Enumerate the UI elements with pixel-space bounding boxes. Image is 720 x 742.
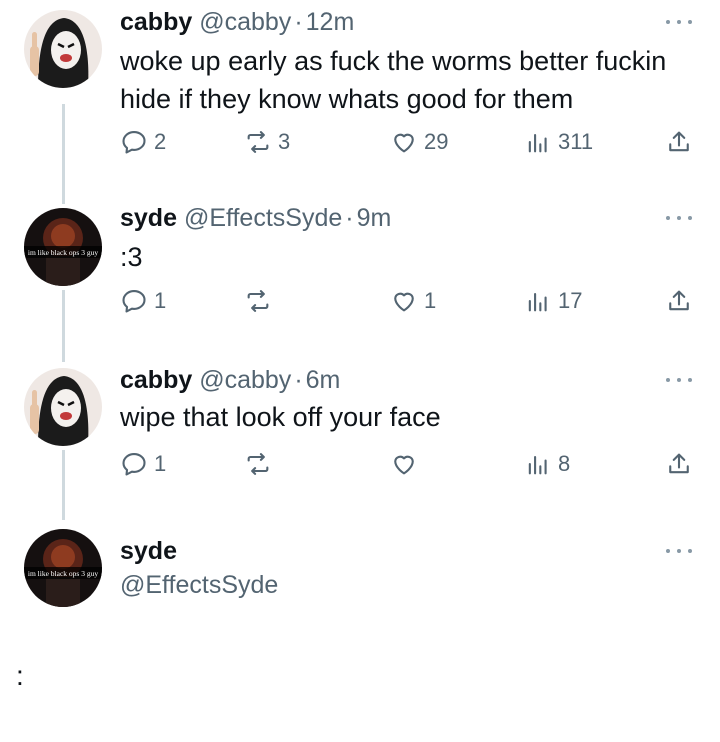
- like-button[interactable]: 29: [390, 124, 448, 160]
- heart-icon: [390, 450, 418, 478]
- separator: ·: [294, 366, 303, 394]
- like-button[interactable]: [390, 446, 424, 482]
- avatar[interactable]: [24, 368, 102, 446]
- heart-icon: [390, 287, 418, 315]
- timestamp[interactable]: 6m: [306, 366, 341, 394]
- bar-chart-icon: [524, 450, 552, 478]
- more-options-icon[interactable]: [666, 213, 692, 223]
- timestamp[interactable]: 9m: [357, 204, 392, 232]
- more-options-icon[interactable]: [666, 546, 692, 556]
- avatar[interactable]: [24, 10, 102, 88]
- action-bar: 1 1 17: [120, 283, 700, 319]
- post[interactable]: im like black ops 3 guy syde @EffectsSyd…: [0, 200, 720, 365]
- reply-count: 1: [154, 288, 167, 313]
- avatar[interactable]: im like black ops 3 guy: [24, 208, 102, 286]
- timestamp[interactable]: 12m: [306, 8, 355, 36]
- action-bar: 2 3 29 311: [120, 124, 700, 160]
- separator: ·: [345, 204, 354, 232]
- author-name[interactable]: cabby: [120, 366, 192, 394]
- author-handle[interactable]: @cabby: [199, 366, 291, 394]
- reply-button[interactable]: 2: [120, 124, 166, 160]
- post[interactable]: cabby @cabby · 12m woke up early as fuck t…: [0, 0, 720, 200]
- avatar-caption: im like black ops 3 guy: [28, 248, 98, 257]
- separator: ·: [294, 8, 303, 36]
- share-icon: [665, 128, 693, 156]
- repost-count: 3: [278, 129, 291, 154]
- reply-count: 1: [154, 451, 167, 476]
- reply-composer[interactable]: im like black ops 3 guy syde @EffectsSyd…: [0, 525, 720, 625]
- footer-mark: :: [16, 660, 24, 691]
- like-button[interactable]: 1: [390, 283, 436, 319]
- share-icon: [665, 287, 693, 315]
- black-ops-avatar-icon: im like black ops 3 guy: [24, 529, 102, 607]
- views-button[interactable]: 311: [524, 124, 593, 160]
- post-text: wipe that look off your face: [120, 402, 441, 432]
- composer-handle-row: @EffectsSyde: [120, 569, 278, 601]
- repost-button[interactable]: [244, 283, 278, 319]
- repost-icon: [244, 128, 272, 156]
- author-name[interactable]: syde: [120, 204, 177, 232]
- heart-icon: [390, 128, 418, 156]
- like-count: 29: [424, 129, 449, 154]
- more-options-icon[interactable]: [666, 375, 692, 385]
- author-name[interactable]: syde: [120, 537, 177, 565]
- action-bar: 1 8: [120, 446, 700, 482]
- repost-button[interactable]: 3: [244, 124, 290, 160]
- reply-button[interactable]: 1: [120, 283, 166, 319]
- repost-icon: [244, 287, 272, 315]
- post[interactable]: cabby @cabby · 6m wipe that look off your …: [0, 362, 720, 522]
- view-count: 8: [558, 451, 571, 476]
- reply-button[interactable]: 1: [120, 446, 166, 482]
- view-count: 17: [558, 288, 583, 313]
- avatar[interactable]: im like black ops 3 guy: [24, 529, 102, 607]
- composer-header: syde: [120, 535, 177, 567]
- author-name[interactable]: cabby: [120, 8, 192, 36]
- reply-count: 2: [154, 129, 167, 154]
- post-text: woke up early as fuck the worms better f…: [120, 46, 667, 114]
- share-button[interactable]: [665, 283, 693, 319]
- reply-icon: [120, 450, 148, 478]
- avatar-caption: im like black ops 3 guy: [28, 569, 98, 578]
- masked-figure-avatar-icon: [24, 10, 102, 88]
- bar-chart-icon: [524, 287, 552, 315]
- post-text: :3: [120, 242, 143, 272]
- repost-button[interactable]: [244, 446, 278, 482]
- more-options-icon[interactable]: [666, 17, 692, 27]
- like-count: 1: [424, 288, 437, 313]
- black-ops-avatar-icon: im like black ops 3 guy: [24, 208, 102, 286]
- reply-icon: [120, 128, 148, 156]
- masked-figure-avatar-icon: [24, 368, 102, 446]
- bar-chart-icon: [524, 128, 552, 156]
- share-button[interactable]: [665, 446, 693, 482]
- post-header: cabby @cabby · 12m: [120, 6, 354, 38]
- view-count: 311: [558, 129, 594, 154]
- views-button[interactable]: 17: [524, 283, 582, 319]
- reply-icon: [120, 287, 148, 315]
- post-header: syde @EffectsSyde · 9m: [120, 202, 391, 234]
- author-handle[interactable]: @cabby: [199, 8, 291, 36]
- post-header: cabby @cabby · 6m: [120, 364, 340, 396]
- share-button[interactable]: [665, 124, 693, 160]
- repost-icon: [244, 450, 272, 478]
- author-handle[interactable]: @EffectsSyde: [184, 204, 342, 232]
- views-button[interactable]: 8: [524, 446, 570, 482]
- author-handle[interactable]: @EffectsSyde: [120, 571, 278, 599]
- share-icon: [665, 450, 693, 478]
